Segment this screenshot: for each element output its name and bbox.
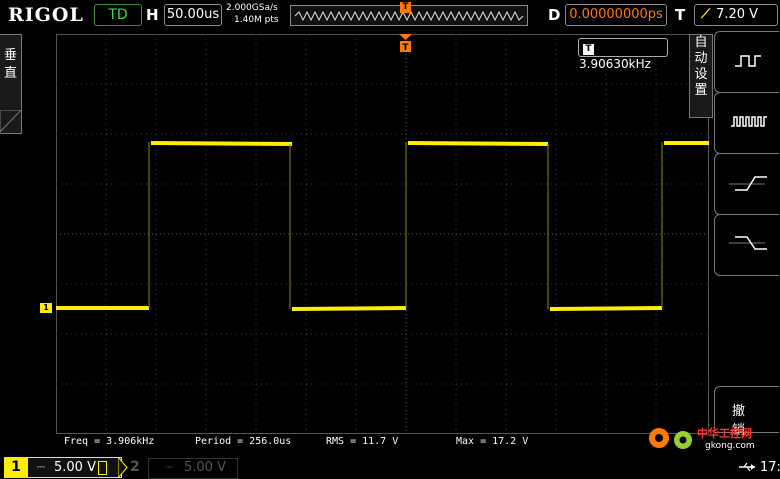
frequency-counter-value: 3.90630kHz xyxy=(579,57,651,71)
square-wave-multi-icon xyxy=(731,116,767,127)
trigger-level-box[interactable]: ⟋ 7.20 V xyxy=(694,4,778,26)
falling-edge-icon xyxy=(729,236,767,250)
watermark-text-url: gkong.com xyxy=(705,441,755,451)
trigger-level-value: 7.20 V xyxy=(716,7,759,22)
ch1-chip-arrow xyxy=(118,457,128,478)
vertical-tab-char-2: 直 xyxy=(3,66,17,81)
autoset-char-3: 设 xyxy=(694,67,708,82)
measure-period: Period = 256.0us xyxy=(195,436,292,447)
usb-icon xyxy=(739,462,755,472)
center-axes xyxy=(56,34,709,434)
ch1-coupling-icon: ⎓ xyxy=(37,462,45,473)
trigger-counter-icon: T xyxy=(583,44,594,55)
frequency-counter-badge: T 3.90630kHz xyxy=(578,38,668,71)
waveform-display[interactable] xyxy=(56,34,709,434)
vertical-tab-char-1: 垂 xyxy=(3,48,17,63)
trigger-time-marker[interactable]: T xyxy=(399,34,413,54)
ch2-scale-value[interactable]: 5.00 V xyxy=(184,458,226,477)
watermark-text-cn: 中华工控网 xyxy=(697,427,752,440)
autoset-char-1: 自 xyxy=(694,35,708,50)
grid-lines xyxy=(56,34,709,434)
measurement-bar: Freq = 3.906kHz Period = 256.0us RMS = 1… xyxy=(56,436,686,450)
timebase-value[interactable]: 50.00us xyxy=(164,4,222,26)
measure-max: Max = 17.2 V xyxy=(456,436,529,447)
falling-edge-button[interactable] xyxy=(714,214,779,276)
rising-edge-icon xyxy=(729,176,767,191)
run-state-indicator[interactable]: TD xyxy=(94,4,142,26)
vertical-tab-arrow xyxy=(0,110,22,133)
ch1-number[interactable]: 1 xyxy=(4,457,28,478)
autoset-char-2: 动 xyxy=(694,51,708,66)
memory-depth: 1.40M pts xyxy=(234,15,279,25)
measure-rms: RMS = 11.7 V xyxy=(326,436,399,447)
ch2-coupling-icon: ⎓ xyxy=(165,462,173,473)
autoset-char-4: 置 xyxy=(694,83,708,98)
svg-text:T: T xyxy=(402,43,409,53)
trigger-delay-value[interactable]: 0.00000000ps xyxy=(565,4,667,26)
autoset-menu-tab[interactable]: 自 动 设 置 xyxy=(689,34,713,118)
square-wave-pulse-icon xyxy=(735,55,761,67)
ch2-number[interactable]: 2 xyxy=(130,458,140,477)
single-period-button[interactable] xyxy=(714,31,779,93)
system-clock: 17: xyxy=(760,460,780,475)
rising-edge-button[interactable] xyxy=(714,153,779,215)
ch1-offset-marker[interactable]: 1 xyxy=(40,303,52,313)
delay-label: D xyxy=(548,6,561,24)
sample-rate: 2.000GSa/s xyxy=(226,3,278,13)
measure-freq: Freq = 3.906kHz xyxy=(64,436,155,447)
ch1-scale-value[interactable]: 5.00 V xyxy=(54,458,96,477)
trigger-position-marker[interactable]: T xyxy=(400,2,411,13)
rising-edge-trigger-icon: ⟋ xyxy=(701,7,711,22)
horizontal-label: H xyxy=(146,6,159,24)
brand-logo: RIGOL xyxy=(8,4,84,26)
multi-period-button[interactable] xyxy=(714,92,779,154)
trigger-label: T xyxy=(675,6,686,24)
ch1-bandwidth-limit-icon xyxy=(98,461,107,475)
